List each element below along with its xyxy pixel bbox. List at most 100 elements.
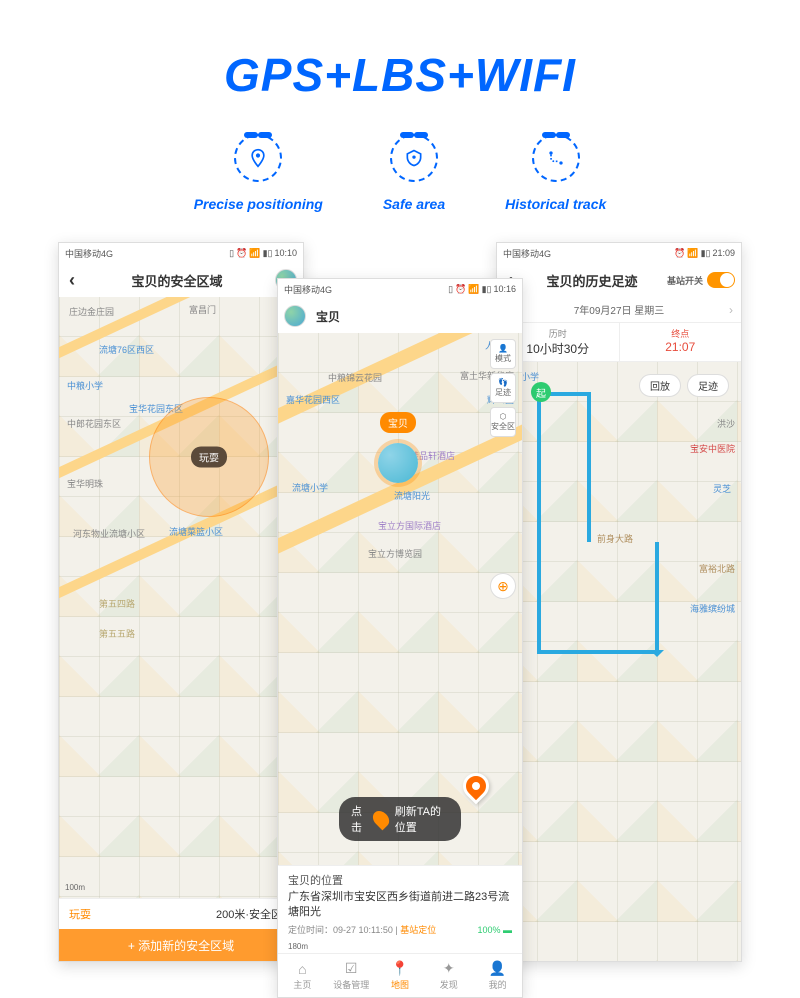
footprint-button[interactable]: 足迹 [687,374,729,397]
feature-label: Historical track [505,196,606,212]
phone-safe-area: 中国移动4G ▯ ⏰ 📶 ▮▯ 10:10 ‹ 宝贝的安全区域 庄边金庄园 富昌… [58,242,304,962]
clock-text: 10:10 [274,248,297,258]
fence-icon [390,134,438,182]
carrier-text: 中国移动4G [65,247,113,260]
map-poi: 洪沙 [717,417,735,430]
map-poi: 第五五路 [99,627,135,640]
title-bar: ‹ 宝贝的历史足迹 基站开关 [497,263,741,297]
scale-label: 100m [65,883,85,892]
lbs-toggle[interactable] [707,272,735,288]
toggle-label: 基站开关 [667,274,703,287]
map-poi: 富裕北路 [699,562,735,575]
tab-discover[interactable]: ✦发现 [424,954,473,997]
zone-name: 玩耍 [69,906,91,922]
page-title: 宝贝的历史足迹 [521,271,663,290]
device-marker[interactable] [378,443,418,483]
tab-map[interactable]: 📍地图 [376,954,425,997]
map-poi: 富昌门 [189,303,216,316]
track-button[interactable]: 👣足迹 [490,373,516,403]
map-pin-icon: 📍 [391,960,408,977]
chip-row: 回放 足迹 [633,368,735,403]
pin-icon [370,808,393,831]
status-bar: 中国移动4G ▯ ⏰ 📶 ▮▯ 10:10 [59,243,303,263]
alarm-icon: ⏰ [455,284,466,295]
feature-label: Precise positioning [194,196,323,212]
wifi-icon: 📶 [687,248,698,259]
device-icon: ☑ [345,960,358,977]
tab-bar: ⌂主页 ☑设备管理 📍地图 ✦发现 👤我的 [278,953,522,997]
vibrate-icon: ▯ [448,284,453,295]
locate-button[interactable]: ⊕ [490,573,516,599]
map-poi: 第五四路 [99,597,135,610]
signal-icon: ▮▯ [482,284,492,295]
map-canvas[interactable]: 回放 足迹 起 流塘小学 宝安中医院 洪沙 灵芝 前身大路 富裕北路 海雅缤纷城 [497,362,741,961]
arrow-icon [650,650,664,664]
refresh-location-button[interactable]: 点击 刷新TA的位置 [339,797,461,841]
hero-title: GPS+LBS+WIFI [0,0,800,102]
clock-text: 21:09 [712,248,735,258]
signal-icon: ▮▯ [701,248,711,259]
carrier-text: 中国移动4G [503,247,551,260]
feature-precise: Precise positioning [194,134,323,212]
status-icons: ▯ ⏰ 📶 ▮▯ 10:16 [448,284,516,295]
address-text: 广东省深圳市宝安区西乡街道前进二路23号流塘阳光 [288,890,512,919]
feature-row: Precise positioning Safe area Historical… [0,134,800,212]
fence-button[interactable]: ⬡安全区 [490,407,516,437]
map-poi: 前身大路 [597,532,633,545]
stats-row: 历时 10小时30分 终点 21:07 [497,323,741,362]
tab-devices[interactable]: ☑设备管理 [327,954,376,997]
map-poi: 宝立方博览园 [368,547,422,560]
target-pin-icon[interactable] [458,768,495,805]
route-icon [532,134,580,182]
map-poi: 宝华明珠 [67,477,103,490]
user-icon: 👤 [489,960,506,977]
device-name: 宝贝 [316,308,340,325]
home-icon: ⌂ [298,961,306,977]
address-panel: 宝贝的位置 广东省深圳市宝安区西乡街道前进二路23号流塘阳光 定位时间：09-2… [278,865,522,940]
zone-row[interactable]: 玩耍 200米·安全区域 [69,899,293,929]
scale-label: 180m [288,940,523,953]
map-poi: 河东物业流塘小区 [73,527,145,540]
page-title: 宝贝的安全区域 [83,271,271,290]
vibrate-icon: ▯ [229,248,234,259]
map-poi: 庄边金庄园 [69,305,114,318]
wifi-icon: 📶 [249,248,260,259]
map-poi: 中粮小学 [67,379,103,392]
alarm-icon: ⏰ [674,248,685,259]
feature-safearea: Safe area [383,134,445,212]
signal-icon: ▮▯ [263,248,273,259]
playback-button[interactable]: 回放 [639,374,681,397]
map-poi: 宝立方国际酒店 [378,519,441,532]
address-meta: 定位时间：09-27 10:11:50 | 基站定位 100% ▬ [288,923,512,936]
carrier-text: 中国移动4G [284,283,332,296]
map-controls: 👤模式 👣足迹 ⬡安全区 [490,339,516,437]
device-bubble[interactable]: 宝贝 [380,412,416,433]
map-canvas[interactable]: 人人乐 嘉华花园西区 中粮锦云花园 流塘小学 桂品轩酒店 流塘阳光 宝立方国际酒… [278,333,522,865]
date-selector[interactable]: ‹ 7年09月27日 星期三 › [497,297,741,323]
zone-pin[interactable]: 玩耍 [191,447,227,468]
phones-area: 中国移动4G ▯ ⏰ 📶 ▮▯ 10:10 ‹ 宝贝的安全区域 庄边金庄园 富昌… [0,242,800,962]
map-poi: 中郎花园东区 [67,417,121,430]
tab-me[interactable]: 👤我的 [473,954,522,997]
pin-icon [234,134,282,182]
chevron-right-icon[interactable]: › [729,303,733,317]
map-poi: 流塘76区西区 [99,343,154,356]
date-text: 7年09月27日 星期三 [574,302,665,317]
map-poi: 流塘小学 [292,481,328,494]
map-poi: 宝安中医院 [690,442,735,455]
title-bar: ‹ 宝贝的安全区域 [59,263,303,297]
map-canvas[interactable]: 庄边金庄园 富昌门 流塘76区西区 中粮小学 中郎花园东区 宝华花园东区 宝华明… [59,297,303,898]
back-button[interactable]: ‹ [65,270,79,291]
map-poi: 海雅缤纷城 [690,602,735,615]
feature-track: Historical track [505,134,606,212]
status-icons: ▯ ⏰ 📶 ▮▯ 10:10 [229,248,297,259]
tab-home[interactable]: ⌂主页 [278,954,327,997]
title-bar: 宝贝 [278,299,522,333]
mode-button[interactable]: 👤模式 [490,339,516,369]
wifi-icon: 📶 [468,284,479,295]
add-zone-button[interactable]: + 添加新的安全区域 [59,929,303,961]
start-badge: 起 [531,382,551,402]
avatar[interactable] [284,305,306,327]
phone-positioning: 中国移动4G ▯ ⏰ 📶 ▮▯ 10:16 宝贝 人人乐 嘉华花园西区 中粮锦云… [277,278,523,998]
status-bar: 中国移动4G ▯ ⏰ 📶 ▮▯ 10:16 [278,279,522,299]
